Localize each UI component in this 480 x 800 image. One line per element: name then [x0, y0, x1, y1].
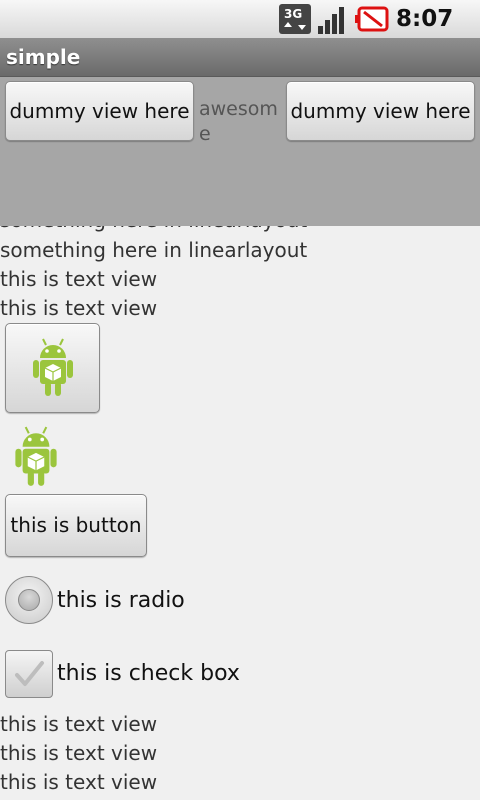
radio-indicator	[18, 589, 40, 611]
text-view-4: this is text view	[0, 741, 158, 765]
text-view-2: this is text view	[0, 296, 158, 320]
text-view-1: this is text view	[0, 267, 158, 291]
checkbox[interactable]	[5, 650, 53, 698]
text-view-3: this is text view	[0, 712, 158, 736]
clock-time: 8:07	[396, 6, 454, 32]
android-image	[15, 426, 57, 486]
image-button[interactable]	[5, 323, 100, 413]
app-title-bar: simple	[0, 38, 480, 77]
android-icon	[33, 338, 73, 396]
checkbox-label[interactable]: this is check box	[57, 659, 240, 689]
clock: 8:07 PM	[396, 5, 480, 58]
radio-label[interactable]: this is radio	[57, 586, 185, 616]
battery-alert-icon	[355, 6, 389, 32]
text-line-linearlayout: something here in linearlayout	[0, 238, 308, 262]
radio-button[interactable]	[5, 576, 53, 624]
3g-data-icon: 3G	[279, 4, 311, 34]
app-title: simple	[6, 45, 81, 69]
checkmark-icon	[15, 661, 44, 686]
svg-text:3G: 3G	[284, 7, 302, 21]
dummy-view-button-left[interactable]: dummy view here	[5, 81, 194, 141]
dummy-view-button-right[interactable]: dummy view here	[286, 81, 475, 141]
awesome-text: awesome	[199, 98, 278, 145]
status-bar: 3G 8:07 PM	[0, 0, 480, 58]
text-view-5: this is text view	[0, 770, 158, 794]
overlay-panel: dummy view here awesome dummy view here	[0, 77, 480, 226]
signal-strength-icon	[318, 7, 344, 34]
text-button[interactable]: this is button	[5, 494, 147, 557]
